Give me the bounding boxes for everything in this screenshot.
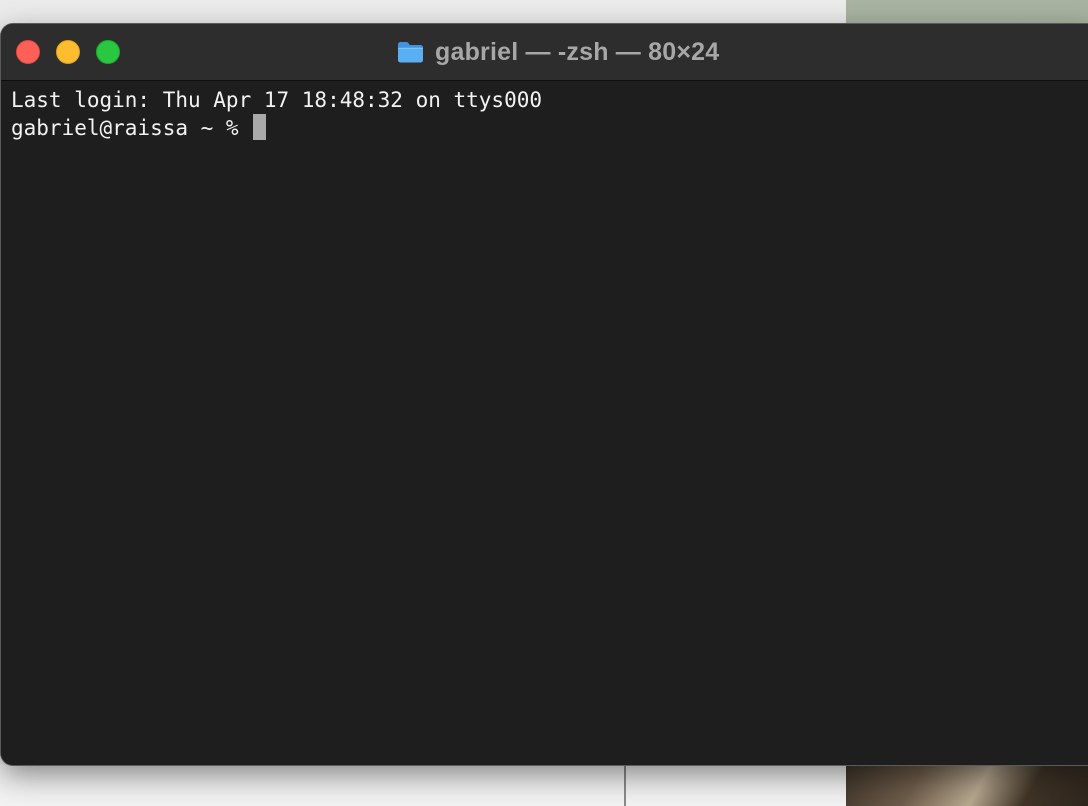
background-window-divider (624, 764, 626, 806)
minimize-button[interactable] (56, 40, 80, 64)
last-login-line: Last login: Thu Apr 17 18:48:32 on ttys0… (11, 88, 543, 112)
title-bar[interactable]: gabriel — -zsh — 80×24 (1, 24, 1088, 81)
window-title-group: gabriel — -zsh — 80×24 (396, 37, 719, 67)
text-cursor (253, 114, 267, 140)
window-title: gabriel — -zsh — 80×24 (435, 37, 720, 66)
terminal-output[interactable]: Last login: Thu Apr 17 18:48:32 on ttys0… (1, 81, 1088, 765)
close-button[interactable] (16, 40, 40, 64)
shell-prompt: gabriel@raissa ~ % (11, 116, 252, 140)
prompt-line[interactable]: gabriel@raissa ~ % (11, 114, 1088, 142)
folder-icon (398, 42, 423, 63)
background-window (0, 764, 846, 806)
desktop-wallpaper-detail (846, 764, 1088, 806)
terminal-window: gabriel — -zsh — 80×24 Last login: Thu A… (1, 24, 1088, 765)
zoom-button[interactable] (96, 40, 120, 64)
